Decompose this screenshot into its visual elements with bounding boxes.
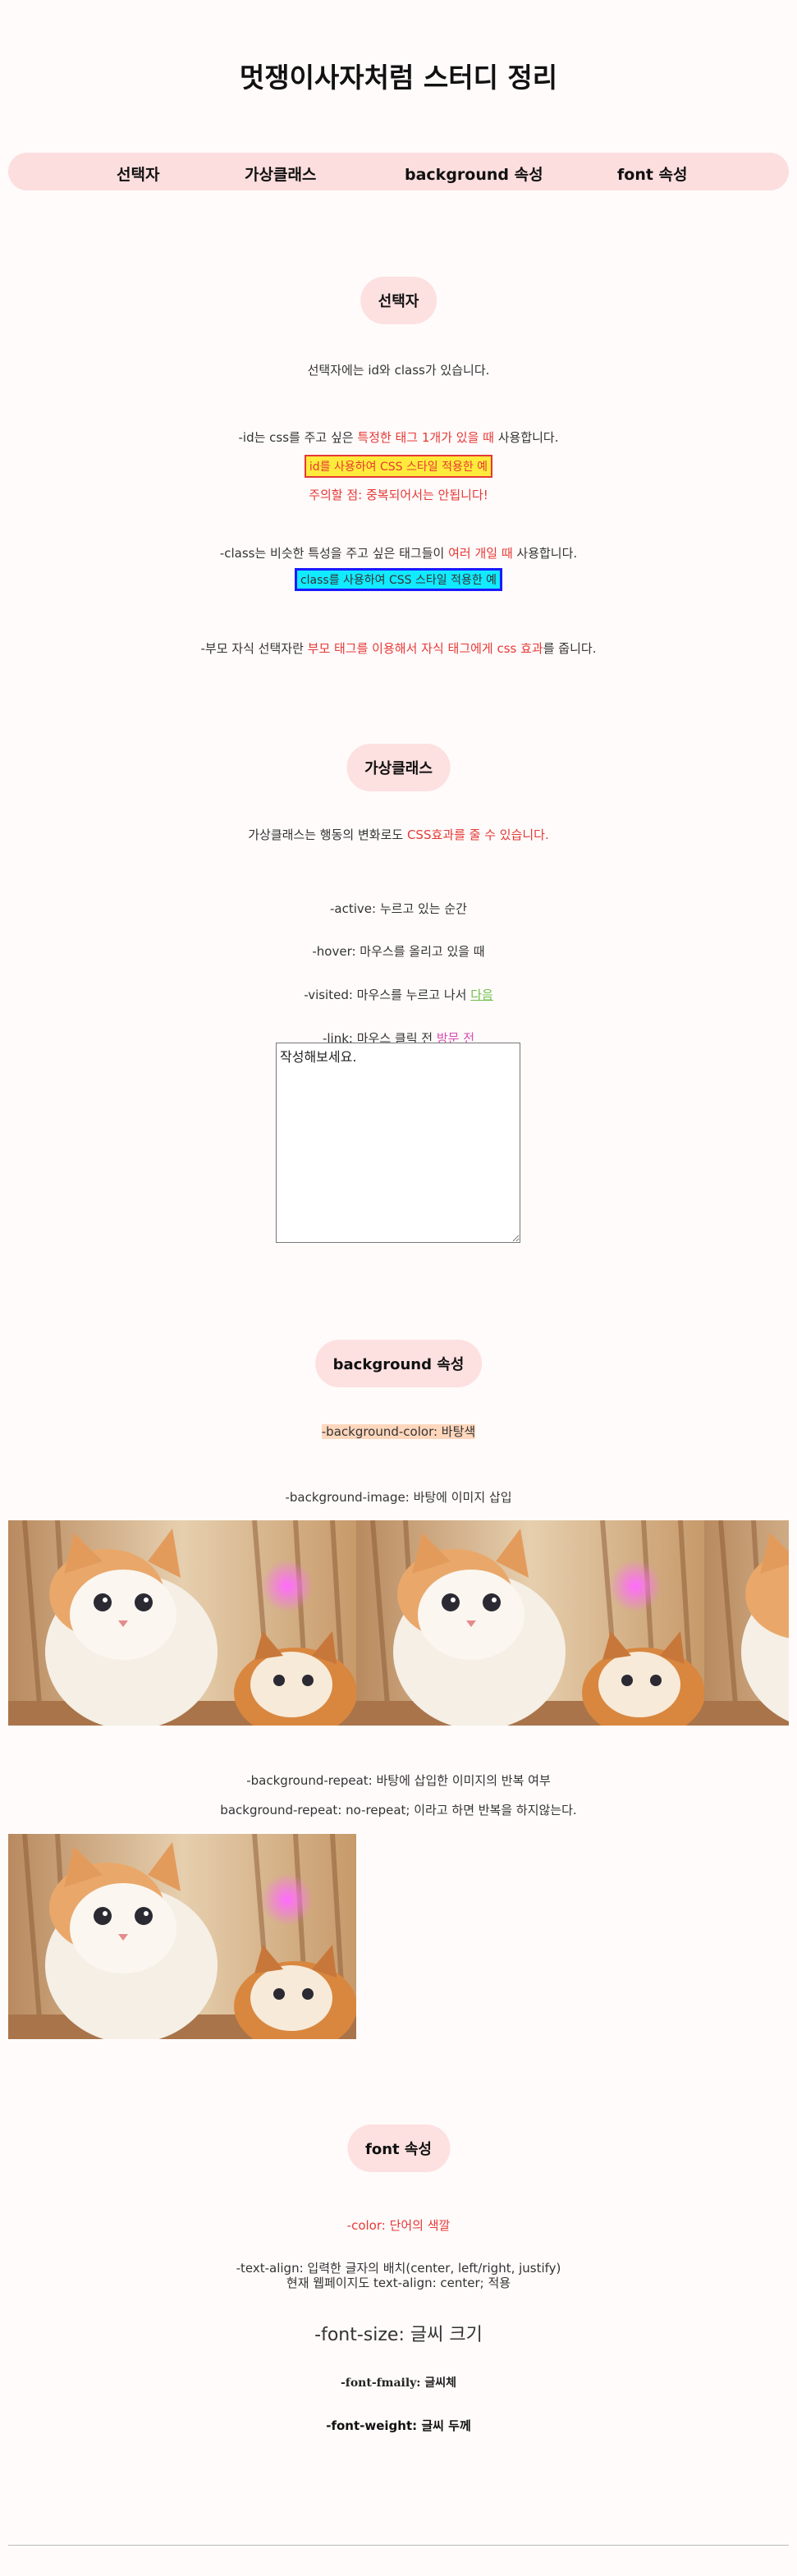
kitten-image	[8, 1834, 356, 2039]
class-example-row: class를 사용하여 CSS 스타일 적용한 예	[0, 568, 797, 591]
pseudo-intro-text: 가상클래스는 행동의 변화로도	[248, 827, 407, 842]
nav-item-pseudo-class[interactable]: 가상클래스	[245, 163, 316, 185]
background-no-repeat-demo	[8, 1834, 356, 2039]
id-example-box: id를 사용하여 CSS 스타일 적용한 예	[304, 455, 493, 478]
id-description-text-b: 사용합니다.	[493, 430, 559, 445]
font-weight-line: -font-weight: 글씨 두께	[326, 2418, 471, 2433]
kitten-image	[704, 1520, 789, 1726]
section-heading-font: font 속성	[346, 2125, 451, 2172]
id-description-highlight: 특정한 태그 1개가 있을 때	[357, 430, 494, 445]
kitten-image	[356, 1520, 704, 1726]
class-description-text-b: 사용합니다.	[512, 546, 578, 561]
background-color-line: -background-color: 바탕색	[0, 1423, 797, 1440]
child-selector-text-b: 를 줍니다.	[543, 641, 597, 656]
nav-item-selectors[interactable]: 선택자	[117, 163, 159, 185]
focus-demo-textarea[interactable]	[276, 1043, 520, 1243]
section-heading-background: background 속성	[314, 1340, 483, 1387]
class-example-box: class를 사용하여 CSS 스타일 적용한 예	[294, 568, 503, 591]
child-selector-text-a: -부모 자식 선택자란	[200, 641, 308, 656]
pseudo-hover: -hover: 마우스를 올리고 있을 때	[312, 944, 485, 959]
pseudo-intro-highlight: CSS효과를 줄 수 있습니다.	[406, 827, 549, 842]
background-image-line: -background-image: 바탕에 이미지 삽입	[285, 1490, 512, 1505]
child-selector-description: -부모 자식 선택자란 부모 태그를 이용해서 자식 태그에게 css 효과를 …	[0, 639, 797, 657]
visited-link[interactable]: 다음	[470, 988, 493, 1002]
nav-item-background[interactable]: background 속성	[405, 163, 543, 185]
id-description-text-a: -id는 css를 주고 싶은	[238, 430, 358, 445]
id-description: -id는 css를 주고 싶은 특정한 태그 1개가 있을 때 사용합니다.	[0, 429, 797, 446]
bottom-divider	[8, 2545, 789, 2546]
class-description-highlight: 여러 개일 때	[448, 546, 513, 561]
id-warning: 주의할 점: 중복되어서는 안됩니다!	[309, 488, 488, 502]
child-selector-highlight: 부모 태그를 이용해서 자식 태그에게 css 효과	[307, 641, 543, 656]
background-image-repeat-demo	[8, 1520, 789, 1726]
pseudo-intro: 가상클래스는 행동의 변화로도 CSS효과를 줄 수 있습니다.	[0, 826, 797, 843]
section-heading-pseudo-class: 가상클래스	[346, 744, 451, 791]
background-norepeat-line: background-repeat: no-repeat; 이라고 하면 반복을…	[220, 1803, 577, 1817]
font-color-line: -color: 단어의 색깔	[346, 2218, 451, 2233]
pseudo-visited: -visited: 마우스를 누르고 나서 다음	[0, 986, 797, 1003]
page-title: 멋쟁이사자처럼 스터디 정리	[239, 62, 558, 94]
selectors-intro: 선택자에는 id와 class가 있습니다.	[307, 363, 490, 378]
class-description-text-a: -class는 비슷한 특성을 주고 싶은 태그들이	[219, 546, 449, 561]
section-heading-selectors: 선택자	[360, 277, 437, 324]
background-color-demo: -background-color: 바탕색	[321, 1424, 476, 1439]
font-family-line: -font-fmaily: 글씨체	[341, 2377, 456, 2390]
top-nav: 선택자 가상클래스 background 속성 font 속성	[8, 153, 789, 190]
class-description: -class는 비슷한 특성을 주고 싶은 태그들이 여러 개일 때 사용합니다…	[0, 544, 797, 561]
font-size-line: -font-size: 글씨 크기	[314, 2325, 483, 2345]
id-example-row: id를 사용하여 CSS 스타일 적용한 예	[0, 455, 797, 478]
kitten-image	[8, 1520, 356, 1726]
pseudo-visited-text: -visited: 마우스를 누르고 나서	[304, 988, 471, 1002]
pseudo-active: -active: 누르고 있는 순간	[330, 901, 467, 916]
font-align-line-2: 현재 웹페이지도 text-align: center; 적용	[286, 2276, 511, 2290]
background-repeat-line: -background-repeat: 바탕에 삽입한 이미지의 반복 여부	[246, 1773, 551, 1788]
nav-item-font[interactable]: font 속성	[617, 163, 688, 185]
